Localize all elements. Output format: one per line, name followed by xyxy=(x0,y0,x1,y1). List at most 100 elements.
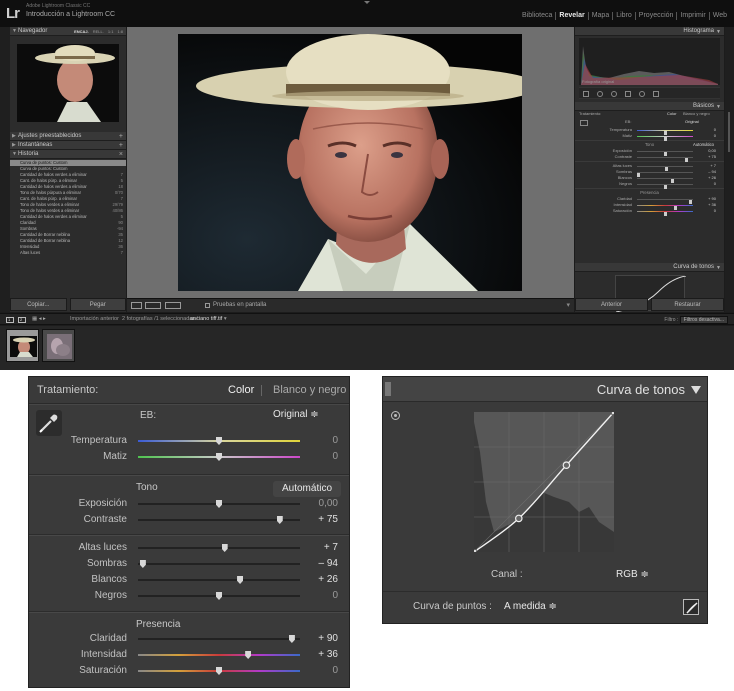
whites-slider-handle[interactable] xyxy=(237,576,244,584)
navigator-preview[interactable] xyxy=(17,44,119,122)
channel-dropdown[interactable]: RGB ≑ xyxy=(616,569,649,580)
contrast-value[interactable]: + 75 xyxy=(318,514,338,525)
blacks-value[interactable]: 0 xyxy=(332,590,338,601)
saturation-value[interactable]: 0 xyxy=(332,665,338,676)
film-thumb[interactable] xyxy=(42,329,75,362)
zoom-mode-fit[interactable]: ENCAJ. xyxy=(74,27,89,36)
module-proyección[interactable]: Proyección xyxy=(636,12,678,20)
previous-button[interactable]: Anterior xyxy=(575,298,648,311)
mini-picker-icon[interactable] xyxy=(580,120,588,126)
module-libro[interactable]: Libro xyxy=(613,12,636,20)
soft-proof-checkbox[interactable] xyxy=(205,303,210,308)
mini-tint-slider[interactable] xyxy=(637,135,693,141)
primary-display-icon[interactable]: 1 xyxy=(6,317,14,323)
tone-curve-header[interactable]: Curva de tonos xyxy=(383,377,707,402)
copy-button[interactable]: Copiar... xyxy=(10,298,67,311)
filter-dropdown[interactable]: Filtros desactiva... xyxy=(679,316,728,324)
blacks-slider-handle[interactable] xyxy=(216,592,222,600)
clarity-value[interactable]: + 90 xyxy=(318,633,338,644)
collapse-triangle-icon[interactable] xyxy=(691,386,701,394)
mini-eb-value[interactable]: Original xyxy=(685,119,699,125)
vibrance-slider-handle[interactable] xyxy=(245,651,252,659)
contrast-slider[interactable] xyxy=(138,516,300,524)
clear-history-icon[interactable]: × xyxy=(119,150,123,159)
graduated-filter-icon[interactable] xyxy=(625,91,631,97)
tone-curve-graph[interactable] xyxy=(471,409,617,555)
zoom-mode-1-1[interactable]: 1:1 xyxy=(108,27,114,36)
temp-value[interactable]: 0 xyxy=(332,435,338,446)
zoom-mode-1-8[interactable]: 1:8 xyxy=(117,27,123,36)
mini-tint-handle[interactable] xyxy=(663,136,667,141)
module-mapa[interactable]: Mapa xyxy=(589,12,614,20)
mini-contrast-handle[interactable] xyxy=(684,157,688,162)
collapse-top-icon[interactable] xyxy=(364,1,370,4)
paste-button[interactable]: Pegar xyxy=(69,298,126,311)
saturation-slider[interactable] xyxy=(138,667,300,675)
treatment-bw-option[interactable]: Blanco y negro xyxy=(273,384,346,396)
tone-curve-header[interactable]: Curva de tonos ▼ xyxy=(575,263,724,272)
module-revelar[interactable]: Revelar xyxy=(556,12,589,20)
module-web[interactable]: Web xyxy=(710,12,730,20)
shadows-slider[interactable] xyxy=(138,560,300,568)
history-step[interactable]: Altas luces 7 xyxy=(10,250,126,256)
histogram[interactable]: Fotografía original xyxy=(579,38,720,85)
temp-slider-handle[interactable] xyxy=(216,437,222,445)
mini-color-option[interactable]: Color xyxy=(667,111,677,117)
grid-icon[interactable]: ▦ ◂ ▸ xyxy=(32,316,46,322)
mini-shadows-slider[interactable] xyxy=(637,171,693,177)
vibrance-slider[interactable] xyxy=(138,651,300,659)
auto-tone-button[interactable]: Automático xyxy=(273,481,341,497)
whites-value[interactable]: + 26 xyxy=(318,574,338,585)
treatment-color-option[interactable]: Color xyxy=(228,384,254,396)
point-curve-dropdown[interactable]: A medida ≑ xyxy=(504,601,557,612)
shadows-value[interactable]: – 94 xyxy=(319,558,338,569)
mini-clarity-slider[interactable] xyxy=(637,198,693,204)
main-photo[interactable] xyxy=(178,34,522,291)
basics-header[interactable]: Básicos ▼ xyxy=(575,102,724,111)
module-biblioteca[interactable]: Biblioteca xyxy=(519,12,557,20)
film-thumb-selected[interactable] xyxy=(6,329,39,362)
mini-tint-value[interactable]: 0 xyxy=(714,133,716,139)
mini-blacks-handle[interactable] xyxy=(663,184,667,189)
highlights-value[interactable]: + 7 xyxy=(324,542,338,553)
crop-tool-icon[interactable] xyxy=(583,91,589,97)
snapshots-header[interactable]: ▶ Instantáneas + xyxy=(10,141,126,150)
histogram-header[interactable]: Histograma ▼ xyxy=(575,27,724,36)
tint-value[interactable]: 0 xyxy=(332,451,338,462)
loupe-view-icon[interactable] xyxy=(131,302,142,309)
navigator-header[interactable]: ▼ Navegador ENCAJ. RELL. 1:1 1:8 xyxy=(10,27,126,36)
red-eye-icon[interactable] xyxy=(611,91,617,97)
mini-whites-slider[interactable] xyxy=(637,177,693,183)
panel-switch-icon[interactable] xyxy=(385,382,391,396)
zoom-mode-fill[interactable]: RELL. xyxy=(93,27,104,36)
radial-filter-icon[interactable] xyxy=(639,91,645,97)
saturation-slider-handle[interactable] xyxy=(216,667,222,675)
presets-header[interactable]: ▶ Ajustes preestablecidos + xyxy=(10,132,126,141)
catalog-name[interactable]: Introducción a Lightroom CC xyxy=(26,11,115,18)
exposure-slider[interactable] xyxy=(138,500,300,508)
mini-highlights-slider[interactable] xyxy=(637,165,693,171)
tint-slider[interactable] xyxy=(138,453,300,461)
mini-contrast-slider[interactable] xyxy=(637,156,693,162)
target-adjustment-icon[interactable] xyxy=(391,411,400,420)
mini-bw-option[interactable]: Blanco y negro xyxy=(683,111,710,117)
add-snapshot-icon[interactable]: + xyxy=(119,141,123,150)
scroll-thumb[interactable] xyxy=(728,112,730,152)
clarity-slider-handle[interactable] xyxy=(288,635,295,643)
tint-slider-handle[interactable] xyxy=(216,453,222,461)
vibrance-value[interactable]: + 36 xyxy=(318,649,338,660)
mini-blacks-slider[interactable] xyxy=(637,183,693,189)
mini-contrast-value[interactable]: + 75 xyxy=(708,154,716,160)
edit-point-curve-button[interactable] xyxy=(683,599,699,615)
module-imprimir[interactable]: Imprimir xyxy=(677,12,710,20)
spot-removal-icon[interactable] xyxy=(597,91,603,97)
mini-vibrance-slider[interactable] xyxy=(637,204,693,210)
mini-saturation-value[interactable]: 0 xyxy=(714,208,716,214)
mini-saturation-handle[interactable] xyxy=(663,211,667,216)
temp-slider[interactable] xyxy=(138,437,300,445)
mini-saturation-slider[interactable] xyxy=(637,210,693,216)
mini-blacks-value[interactable]: 0 xyxy=(714,181,716,187)
before-after-icon[interactable] xyxy=(145,302,161,309)
whites-slider[interactable] xyxy=(138,576,300,584)
add-preset-icon[interactable]: + xyxy=(119,132,123,141)
